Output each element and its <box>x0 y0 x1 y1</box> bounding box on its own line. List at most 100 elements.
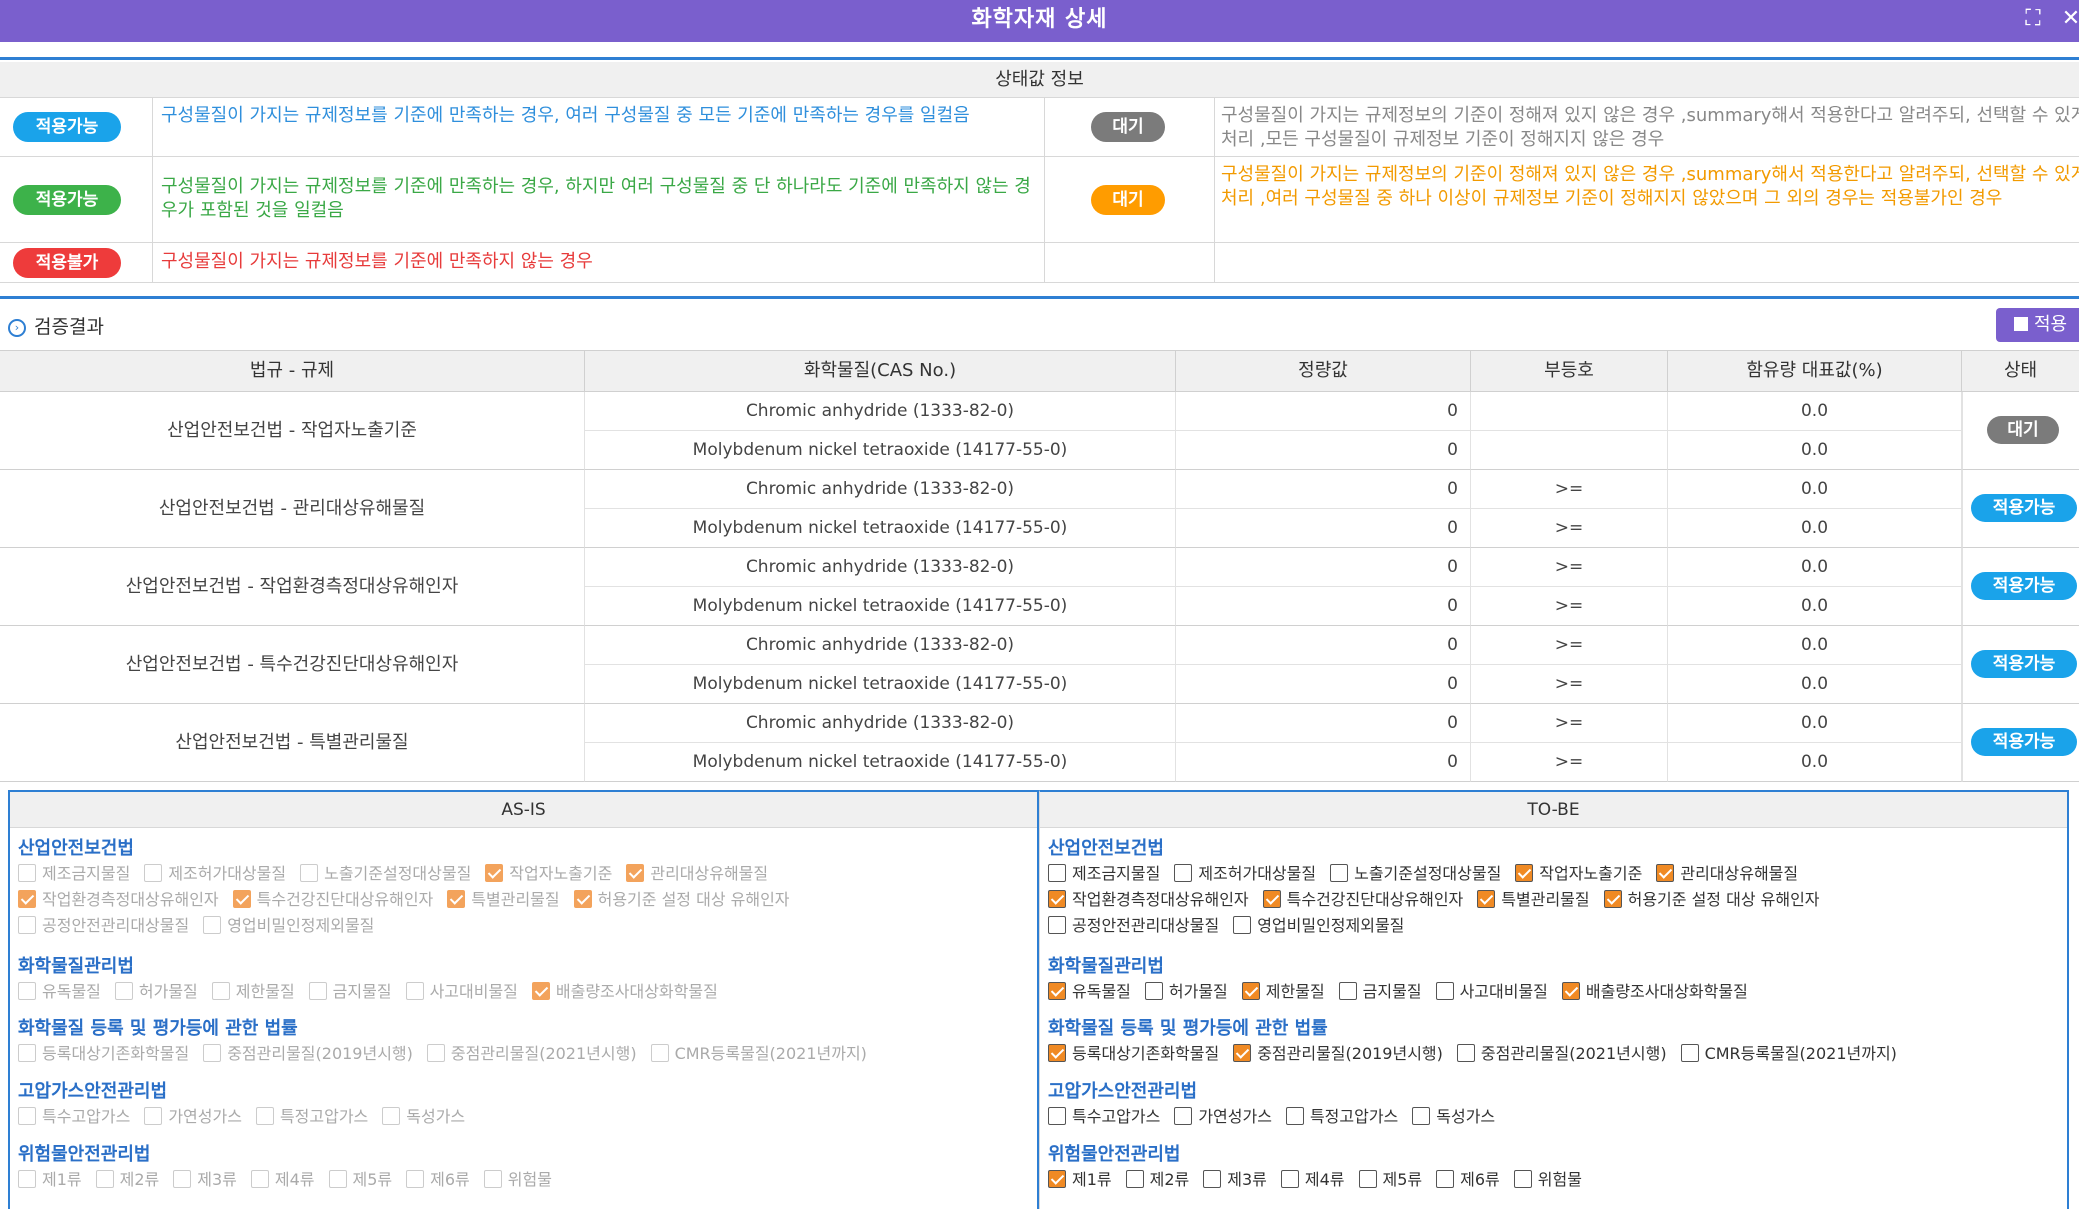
table-row[interactable]: Chromic anhydride (1333-82-0) 0 >= 0.0 <box>0 548 2079 587</box>
regulation-checkbox[interactable]: 노출기준설정대상물질 <box>1330 860 1501 884</box>
checkbox-checked-icon[interactable] <box>1561 982 1580 1000</box>
table-row[interactable]: Chromic anhydride (1333-82-0) 0 >= 0.0 <box>0 470 2079 509</box>
close-icon[interactable]: ✕ <box>2058 6 2079 32</box>
regulation-checkbox[interactable]: 독성가스 <box>1412 1103 1495 1127</box>
checkbox-unchecked-icon[interactable] <box>1338 982 1357 1000</box>
regulation-checkbox: 허가물질 <box>114 978 198 1002</box>
checkbox-unchecked-icon[interactable] <box>1144 982 1163 1000</box>
regulation-checkbox[interactable]: 사고대비물질 <box>1435 978 1548 1002</box>
table-row[interactable]: Molybdenum nickel tetraoxide (14177-55-0… <box>0 743 2079 782</box>
checkbox-checked-icon[interactable] <box>1477 890 1496 908</box>
status-description: 구성물질이 가지는 규제정보를 기준에 만족하는 경우, 하지만 여러 구성물질… <box>161 176 1031 221</box>
checkbox-checked-icon[interactable] <box>1241 982 1260 1000</box>
checkbox-unchecked-icon[interactable] <box>1203 1170 1222 1188</box>
status-cell: 적용가능 <box>1962 470 2079 548</box>
checkbox-checked-icon[interactable] <box>1048 982 1066 1000</box>
checkbox-unchecked-icon[interactable] <box>1513 1170 1532 1188</box>
checkbox-unchecked-icon[interactable] <box>1435 982 1454 1000</box>
status-badge[interactable]: 적용가능 <box>1971 494 2077 522</box>
regulation-checkbox[interactable]: 특정고압가스 <box>1285 1103 1398 1127</box>
status-row: 적용가능 구성물질이 가지는 규제정보를 기준에 만족하는 경우, 하지만 여러… <box>0 157 2079 243</box>
checkbox-unchecked-icon[interactable] <box>1358 1170 1377 1188</box>
checkbox-checked-icon[interactable] <box>1603 890 1622 908</box>
chemical-cell: Chromic anhydride (1333-82-0) <box>585 626 1176 665</box>
checkbox-unchecked-icon[interactable] <box>1048 864 1066 882</box>
regulation-checkbox[interactable]: 허가물질 <box>1144 978 1228 1002</box>
column-header-law[interactable]: 법규 - 규제 <box>0 351 585 391</box>
checkbox-unchecked-icon[interactable] <box>1456 1044 1475 1062</box>
regulation-checkbox[interactable]: 허용기준 설정 대상 유해인자 <box>1603 886 1820 910</box>
regulation-checkbox[interactable]: 영업비밀인정제외물질 <box>1233 912 1404 936</box>
regulation-checkbox[interactable]: 특수건강진단대상유해인자 <box>1262 886 1463 910</box>
column-header-quantity[interactable]: 정량값 <box>1176 351 1471 391</box>
regulation-checkbox[interactable]: CMR등록물질(2021년까지) <box>1680 1040 1897 1064</box>
table-row[interactable]: Molybdenum nickel tetraoxide (14177-55-0… <box>0 431 2079 470</box>
checkbox-unchecked-icon[interactable] <box>1412 1107 1431 1125</box>
checkbox-unchecked-icon[interactable] <box>1280 1170 1299 1188</box>
status-badge[interactable]: 적용가능 <box>1971 572 2077 600</box>
regulation-checkbox[interactable]: 중점관리물질(2019년시행) <box>1233 1040 1443 1064</box>
regulation-checkbox[interactable]: 중점관리물질(2021년시행) <box>1456 1040 1667 1064</box>
table-row[interactable]: Molybdenum nickel tetraoxide (14177-55-0… <box>0 665 2079 704</box>
checkbox-checked-icon[interactable] <box>1656 864 1675 882</box>
regulation-checkbox[interactable]: 제4류 <box>1280 1166 1345 1190</box>
checkbox-unchecked-icon[interactable] <box>1436 1170 1455 1188</box>
checkbox-label: 영업비밀인정제외물질 <box>227 916 375 935</box>
checkbox-unchecked-icon[interactable] <box>1233 916 1252 934</box>
fullscreen-icon[interactable]: ⛶ <box>2020 6 2046 32</box>
checkbox-unchecked-icon[interactable] <box>1125 1170 1144 1188</box>
regulation-checkbox[interactable]: 금지물질 <box>1338 978 1422 1002</box>
status-badge[interactable]: 적용가능 <box>1971 650 2077 678</box>
regulation-checkbox[interactable]: 관리대상유해물질 <box>1656 860 1798 884</box>
regulation-checkbox[interactable]: 배출량조사대상화학물질 <box>1561 978 1748 1002</box>
regulation-checkbox[interactable]: 제6류 <box>1436 1166 1500 1190</box>
checkbox-unchecked-icon <box>144 1107 163 1125</box>
column-header-status[interactable]: 상태 <box>1962 351 2079 391</box>
status-badge[interactable]: 적용가능 <box>1971 728 2077 756</box>
table-row[interactable]: Chromic anhydride (1333-82-0) 0 >= 0.0 <box>0 626 2079 665</box>
regulation-checkbox[interactable]: 제조허가대상물질 <box>1174 860 1316 884</box>
checkbox-unchecked-icon[interactable] <box>1680 1044 1699 1062</box>
checkbox-checked-icon[interactable] <box>1233 1044 1252 1062</box>
checkbox-unchecked-icon[interactable] <box>1285 1107 1304 1125</box>
chevron-right-icon: › <box>8 318 26 337</box>
regulation-checkbox[interactable]: 제1류 <box>1048 1166 1112 1190</box>
regulation-checkbox[interactable]: 특별관리물질 <box>1477 886 1590 910</box>
table-row[interactable]: Chromic anhydride (1333-82-0) 0 0.0 <box>0 392 2079 431</box>
regulation-checkbox[interactable]: 위험물 <box>1513 1166 1582 1190</box>
content-cell: 0.0 <box>1668 743 1962 782</box>
checkbox-checked-icon[interactable] <box>1048 890 1066 908</box>
regulation-checkbox[interactable]: 가연성가스 <box>1174 1103 1272 1127</box>
table-row[interactable]: Chromic anhydride (1333-82-0) 0 >= 0.0 <box>0 704 2079 743</box>
regulation-checkbox[interactable]: 제조금지물질 <box>1048 860 1160 884</box>
checkbox-unchecked-icon[interactable] <box>1048 1107 1066 1125</box>
status-badge[interactable]: 대기 <box>1987 416 2059 444</box>
regulation-checkbox[interactable]: 제2류 <box>1125 1166 1189 1190</box>
table-row[interactable]: Molybdenum nickel tetraoxide (14177-55-0… <box>0 509 2079 548</box>
column-header-content[interactable]: 함유량 대표값(%) <box>1668 351 1962 391</box>
checkbox-unchecked-icon[interactable] <box>1330 864 1349 882</box>
checkbox-checked-icon <box>626 864 645 882</box>
regulation-checkbox[interactable]: 유독물질 <box>1048 978 1131 1002</box>
checkbox-unchecked-icon[interactable] <box>1174 1107 1193 1125</box>
regulation-checkbox[interactable]: 작업환경측정대상유해인자 <box>1048 886 1249 910</box>
chemical-cell: Chromic anhydride (1333-82-0) <box>585 548 1176 587</box>
regulation-checkbox: 사고대비물질 <box>405 978 518 1002</box>
table-row[interactable]: Molybdenum nickel tetraoxide (14177-55-0… <box>0 587 2079 626</box>
regulation-checkbox[interactable]: 작업자노출기준 <box>1515 860 1642 884</box>
regulation-checkbox[interactable]: 제한물질 <box>1241 978 1325 1002</box>
regulation-checkbox[interactable]: 등록대상기존화학물질 <box>1048 1040 1219 1064</box>
regulation-checkbox[interactable]: 특수고압가스 <box>1048 1103 1160 1127</box>
column-header-operator[interactable]: 부등호 <box>1471 351 1668 391</box>
checkbox-checked-icon[interactable] <box>1515 864 1534 882</box>
regulation-checkbox[interactable]: 제5류 <box>1358 1166 1422 1190</box>
regulation-checkbox[interactable]: 공정안전관리대상물질 <box>1048 912 1219 936</box>
column-header-chemical[interactable]: 화학물질(CAS No.) <box>585 351 1176 391</box>
checkbox-checked-icon[interactable] <box>1048 1044 1066 1062</box>
checkbox-checked-icon[interactable] <box>1048 1170 1066 1188</box>
regulation-checkbox[interactable]: 제3류 <box>1203 1166 1267 1190</box>
checkbox-checked-icon[interactable] <box>1262 890 1281 908</box>
checkbox-unchecked-icon[interactable] <box>1048 916 1066 934</box>
apply-button[interactable]: 적용 <box>1996 308 2079 342</box>
checkbox-unchecked-icon[interactable] <box>1174 864 1193 882</box>
